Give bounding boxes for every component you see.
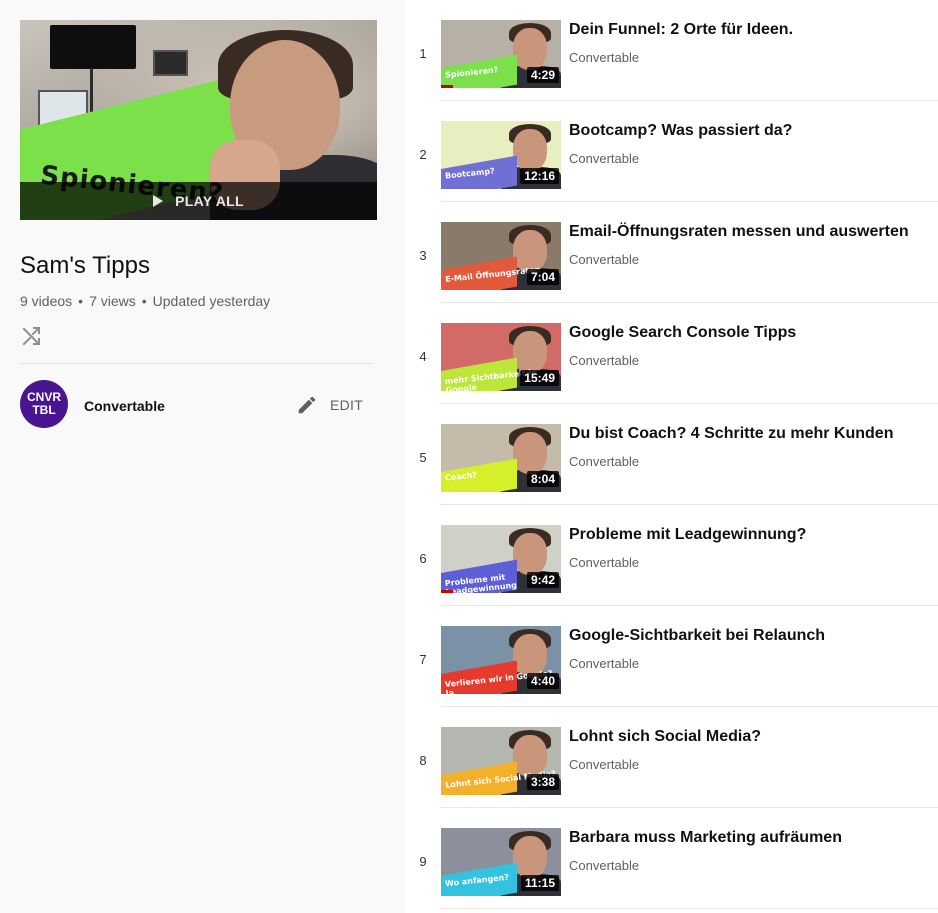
stats-separator: • <box>141 293 147 309</box>
video-channel[interactable]: Convertable <box>569 151 639 166</box>
video-duration: 11:15 <box>520 875 559 891</box>
thumbnail-lamp <box>50 25 136 69</box>
video-channel[interactable]: Convertable <box>569 353 639 368</box>
playlist-stats: 9 videos • 7 views • Updated yesterday <box>20 293 270 309</box>
video-thumbnail[interactable]: Coach? 8:04 <box>441 424 561 492</box>
video-channel[interactable]: Convertable <box>569 555 639 570</box>
playlist-item[interactable]: 7 Verlieren wir in Google? Ja 4:40 Googl… <box>405 606 938 707</box>
playlist-item[interactable]: 2 Bootcamp? 12:16 Bootcamp? Was passiert… <box>405 101 938 202</box>
video-title[interactable]: Google-Sichtbarkeit bei Relaunch <box>569 627 825 645</box>
video-title[interactable]: Lohnt sich Social Media? <box>569 728 761 746</box>
view-count: 7 views <box>89 293 136 309</box>
playlist-sidebar: Spionieren? PLAY ALL Sam's Tipps 9 video… <box>0 0 405 913</box>
playlist-item[interactable]: 5 Coach? 8:04 Du bist Coach? 4 Schritte … <box>405 404 938 505</box>
sidebar-divider <box>20 363 373 364</box>
video-duration: 7:04 <box>526 269 559 285</box>
video-channel[interactable]: Convertable <box>569 50 639 65</box>
playlist-item-index: 8 <box>419 753 427 768</box>
playlist-item-index: 1 <box>419 46 427 61</box>
updated-text: Updated yesterday <box>152 293 271 309</box>
playlist-item[interactable]: 3 E-Mail Öffnungsraten 7:04 Email-Öffnun… <box>405 202 938 303</box>
playlist-item[interactable]: 9 Wo anfangen? 11:15 Barbara muss Market… <box>405 808 938 909</box>
playlist-item[interactable]: 8 Lohnt sich Social Media? 3:38 Lohnt si… <box>405 707 938 808</box>
video-channel[interactable]: Convertable <box>569 757 639 772</box>
video-channel[interactable]: Convertable <box>569 454 639 469</box>
owner-name-link[interactable]: Convertable <box>84 398 165 414</box>
watch-progress-bar <box>441 85 453 88</box>
video-title[interactable]: Barbara muss Marketing aufräumen <box>569 829 842 847</box>
playlist-item[interactable]: 4 mehr Sichtbarkeit in Google 15:49 Goog… <box>405 303 938 404</box>
thumbnail-softbox <box>153 50 188 76</box>
edit-button[interactable]: EDIT <box>296 394 363 416</box>
video-title[interactable]: Email-Öffnungsraten messen und auswerten <box>569 223 909 241</box>
video-title[interactable]: Google Search Console Tipps <box>569 324 796 342</box>
row-divider <box>441 908 938 909</box>
playlist-item[interactable]: 6 Probleme mit Leadgewinnung 9:42 Proble… <box>405 505 938 606</box>
avatar[interactable]: CNVR TBL <box>20 380 68 428</box>
shuffle-icon[interactable] <box>20 324 44 348</box>
thumbnail-person-head <box>513 129 547 171</box>
play-all-button[interactable]: PLAY ALL <box>20 182 377 220</box>
play-icon <box>153 195 164 207</box>
stats-separator: • <box>78 293 84 309</box>
watch-progress-bar <box>441 590 453 593</box>
video-title[interactable]: Probleme mit Leadgewinnung? <box>569 526 806 544</box>
playlist-item-index: 6 <box>419 551 427 566</box>
video-thumbnail[interactable]: Verlieren wir in Google? Ja 4:40 <box>441 626 561 694</box>
video-duration: 9:42 <box>526 572 559 588</box>
video-count: 9 videos <box>20 293 73 309</box>
video-title[interactable]: Bootcamp? Was passiert da? <box>569 122 792 140</box>
play-all-label: PLAY ALL <box>175 193 244 209</box>
video-duration: 15:49 <box>520 370 559 386</box>
playlist-item-index: 9 <box>419 854 427 869</box>
avatar-line2: TBL <box>32 403 56 417</box>
edit-label: EDIT <box>330 397 364 413</box>
video-duration: 4:40 <box>526 673 559 689</box>
video-duration: 3:38 <box>526 774 559 790</box>
playlist-hero-thumbnail[interactable]: Spionieren? PLAY ALL <box>20 20 377 220</box>
video-thumbnail[interactable]: Spionieren? 4:29 <box>441 20 561 88</box>
video-thumbnail[interactable]: Bootcamp? 12:16 <box>441 121 561 189</box>
thumbnail-person-head <box>513 432 547 474</box>
playlist-item-index: 2 <box>419 147 427 162</box>
video-duration: 12:16 <box>520 168 559 184</box>
playlist-title: Sam's Tipps <box>20 252 150 279</box>
playlist-item[interactable]: 1 Spionieren? 4:29 Dein Funnel: 2 Orte f… <box>405 0 938 101</box>
video-thumbnail[interactable]: Lohnt sich Social Media? 3:38 <box>441 727 561 795</box>
video-duration: 8:04 <box>526 471 559 487</box>
playlist-item-index: 4 <box>419 349 427 364</box>
playlist-item-index: 5 <box>419 450 427 465</box>
playlist-item-index: 3 <box>419 248 427 263</box>
video-thumbnail[interactable]: E-Mail Öffnungsraten 7:04 <box>441 222 561 290</box>
playlist-item-index: 7 <box>419 652 427 667</box>
video-thumbnail[interactable]: mehr Sichtbarkeit in Google 15:49 <box>441 323 561 391</box>
pencil-icon <box>298 396 316 414</box>
playlist-video-list: 1 Spionieren? 4:29 Dein Funnel: 2 Orte f… <box>405 0 938 913</box>
thumbnail-person-head <box>513 836 547 878</box>
video-title[interactable]: Dein Funnel: 2 Orte für Ideen. <box>569 21 793 39</box>
video-duration: 4:29 <box>526 67 559 83</box>
video-thumbnail[interactable]: Probleme mit Leadgewinnung 9:42 <box>441 525 561 593</box>
video-channel[interactable]: Convertable <box>569 252 639 267</box>
video-channel[interactable]: Convertable <box>569 656 639 671</box>
video-title[interactable]: Du bist Coach? 4 Schritte zu mehr Kunden <box>569 425 893 443</box>
video-thumbnail[interactable]: Wo anfangen? 11:15 <box>441 828 561 896</box>
thumbnail-person-head <box>513 28 547 70</box>
video-channel[interactable]: Convertable <box>569 858 639 873</box>
